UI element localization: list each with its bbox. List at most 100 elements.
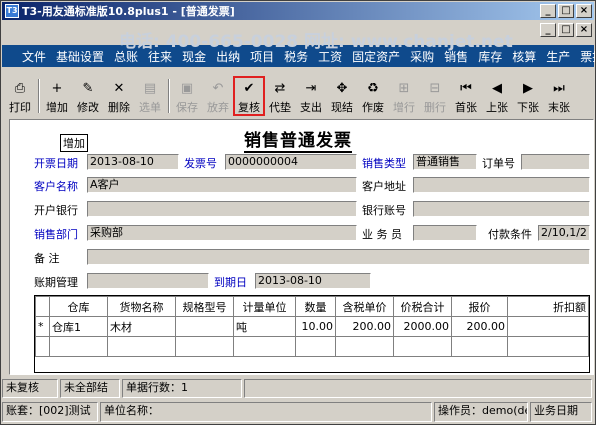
toolbar-separator [168, 79, 170, 113]
menu-purchase[interactable]: 采购 [410, 48, 434, 65]
note-label: 备 注 [34, 252, 60, 265]
unit-name: 单位名称： [100, 402, 432, 422]
first-icon: ⏮ [460, 81, 472, 96]
header-goods-name[interactable]: 货物名称 [107, 296, 176, 317]
review-status: 未复核 [2, 379, 58, 398]
discard-button[interactable]: ↶ 放弃 [203, 77, 233, 115]
staff-field[interactable] [413, 225, 477, 241]
menu-cash[interactable]: 现金 [182, 48, 206, 65]
prev-button[interactable]: ◀ 上张 [482, 77, 512, 115]
delete-button[interactable]: ✕ 删除 [104, 77, 134, 115]
order-no-field[interactable] [521, 154, 590, 170]
header-unit-price[interactable]: 含税单价 [335, 296, 394, 317]
header-quantity[interactable]: 数量 [295, 296, 336, 317]
next-button[interactable]: ▶ 下张 [513, 77, 543, 115]
menu-accounting[interactable]: 核算 [512, 48, 536, 65]
review-button[interactable]: ✔ 复核 [233, 76, 265, 116]
invoice-no-field[interactable]: 0000000004 [225, 154, 357, 170]
bank-account-label: 银行账号 [362, 204, 406, 217]
void-icon: ♻ [367, 81, 379, 96]
mdi-bar: _ □ × [2, 21, 594, 39]
cash-settle-button[interactable]: ✥ 现结 [327, 77, 357, 115]
customer-field[interactable]: A客户 [87, 177, 357, 193]
order-no-label: 订单号 [482, 157, 515, 170]
menu-bills[interactable]: 票据 [580, 48, 595, 65]
document-status-bar: 未复核 未全部结 单据行数：1 [2, 379, 594, 398]
customer-address-field[interactable] [413, 177, 590, 193]
expense-button[interactable]: ⇥ 支出 [296, 77, 326, 115]
print-button[interactable]: ⎙ 打印 [5, 77, 35, 115]
menu-basic-settings[interactable]: 基础设置 [56, 48, 104, 65]
add-button[interactable]: + 增加 [42, 77, 72, 115]
title-bar: T3 T3-用友通标准版10.8plus1 - [普通发票] _ □ × [2, 2, 594, 20]
delete-row-button[interactable]: ⊟ 删行 [420, 77, 450, 115]
dept-field[interactable]: 采购部 [87, 225, 357, 241]
menu-receivables[interactable]: 往来 [148, 48, 172, 65]
ledger-field[interactable] [87, 273, 209, 289]
minimize-button[interactable]: _ [540, 4, 556, 18]
sale-type-field[interactable]: 普通销售 [413, 154, 477, 170]
cash-settle-icon: ✥ [336, 81, 348, 96]
menu-production[interactable]: 生产 [546, 48, 570, 65]
menu-inventory[interactable]: 库存 [478, 48, 502, 65]
add-row-icon: ⊞ [398, 81, 410, 96]
open-date-field[interactable]: 2013-08-10 [87, 154, 179, 170]
header-spec[interactable]: 规格型号 [175, 296, 234, 317]
dept-label: 销售部门 [34, 228, 78, 241]
add-icon: + [51, 81, 63, 96]
header-discount[interactable]: 折扣额 [507, 296, 589, 317]
bank-account-field[interactable] [413, 201, 590, 217]
app-icon: T3 [5, 4, 19, 18]
maximize-button[interactable]: □ [558, 4, 574, 18]
header-unit[interactable]: 计量单位 [233, 296, 296, 317]
advance-button[interactable]: ⇄ 代垫 [265, 77, 295, 115]
menu-fixed-assets[interactable]: 固定资产 [352, 48, 400, 65]
prev-icon: ◀ [492, 81, 502, 96]
menu-tax[interactable]: 税务 [284, 48, 308, 65]
save-icon: ▣ [180, 81, 194, 96]
customer-address-label: 客户地址 [362, 180, 406, 193]
account-info: 账套：[002]测试 [2, 402, 98, 422]
void-button[interactable]: ♻ 作废 [358, 77, 388, 115]
menu-sales[interactable]: 销售 [444, 48, 468, 65]
select-order-button[interactable]: ▤ 选单 [135, 77, 165, 115]
bank-label: 开户银行 [34, 204, 78, 217]
header-warehouse[interactable]: 仓库 [49, 296, 108, 317]
add-row-button[interactable]: ⊞ 增行 [389, 77, 419, 115]
last-button[interactable]: ⏭ 末张 [544, 77, 574, 115]
due-date-field[interactable]: 2013-08-10 [255, 273, 371, 289]
expense-icon: ⇥ [305, 81, 317, 96]
due-date-label: 到期日 [214, 276, 247, 289]
first-button[interactable]: ⏮ 首张 [451, 77, 481, 115]
menu-project[interactable]: 项目 [250, 48, 274, 65]
mdi-restore-button[interactable]: □ [558, 23, 574, 37]
open-date-label: 开票日期 [34, 157, 78, 170]
invoice-lines-grid: 仓库 货物名称 规格型号 计量单位 数量 含税单价 价税合计 报价 折扣额 * … [34, 295, 590, 373]
header-total[interactable]: 价税合计 [393, 296, 452, 317]
payment-terms-field[interactable]: 2/10,1/2 [538, 225, 590, 241]
toolbar: ⎙ 打印 + 增加 ✎ 修改 ✕ 删除 ▤ 选单 ▣ 保存 ↶ 放弃 ✔ 复核 ⇄ 代垫 ⇥ 支出 … [2, 75, 594, 116]
menu-file[interactable]: 文件 [22, 48, 46, 65]
table-row[interactable] [35, 336, 589, 357]
select-icon: ▤ [143, 81, 157, 96]
header-row-marker [35, 296, 50, 317]
business-date: 业务日期 [530, 402, 592, 422]
invoice-no-label: 发票号 [184, 157, 217, 170]
bank-field[interactable] [87, 201, 357, 217]
ledger-label: 账期管理 [34, 276, 78, 289]
menu-ledger[interactable]: 总账 [114, 48, 138, 65]
sale-type-label: 销售类型 [362, 157, 406, 170]
window-title: T3-用友通标准版10.8plus1 - [普通发票] [22, 5, 235, 18]
mdi-minimize-button[interactable]: _ [540, 23, 556, 37]
operator-info: 操作员：demo(de [434, 402, 528, 422]
menu-cashier[interactable]: 出纳 [216, 48, 240, 65]
save-button[interactable]: ▣ 保存 [172, 77, 202, 115]
table-row[interactable]: * 仓库1 木材 吨 10.00 200.00 2000.00 200.00 [35, 316, 589, 337]
close-button[interactable]: × [576, 4, 592, 18]
note-field[interactable] [87, 249, 590, 265]
menu-payroll[interactable]: 工资 [318, 48, 342, 65]
edit-button[interactable]: ✎ 修改 [73, 77, 103, 115]
review-icon: ✔ [243, 81, 255, 96]
header-quote[interactable]: 报价 [451, 296, 508, 317]
mdi-close-button[interactable]: × [576, 23, 592, 37]
